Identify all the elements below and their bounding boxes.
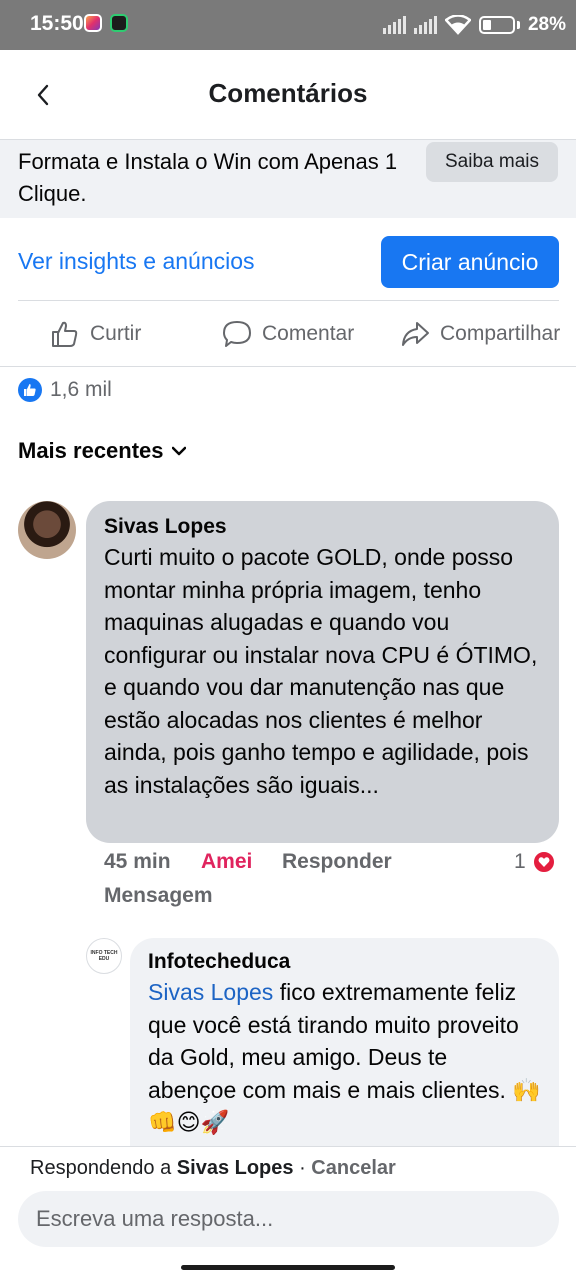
- reply-input[interactable]: [18, 1191, 559, 1247]
- share-icon: [402, 322, 429, 346]
- divider: [0, 366, 576, 367]
- heart-icon: [531, 850, 556, 874]
- signal-icon-2: [413, 16, 437, 34]
- wifi-icon: [444, 15, 471, 35]
- reply-link[interactable]: Responder: [282, 850, 392, 874]
- comment-reaction-count[interactable]: 1: [514, 850, 556, 874]
- replying-name: Sivas Lopes: [176, 1157, 294, 1179]
- sort-dropdown[interactable]: Mais recentes: [18, 438, 186, 464]
- app-notification-icon: [110, 14, 128, 32]
- comment-text: Curti muito o pacote GOLD, onde posso mo…: [104, 544, 538, 798]
- reply-avatar[interactable]: INFO TECH EDU: [86, 938, 122, 974]
- insights-link[interactable]: Ver insights e anúncios: [18, 248, 255, 275]
- like-label: Curtir: [90, 322, 142, 345]
- cancel-reply-button[interactable]: Cancelar: [311, 1157, 396, 1179]
- like-button[interactable]: Curtir: [50, 302, 141, 366]
- reaction-link[interactable]: Amei: [201, 850, 252, 874]
- comment-reaction-number: 1: [514, 850, 526, 873]
- header: Comentários: [0, 50, 576, 140]
- status-bar: 15:50 28%: [0, 0, 576, 50]
- page-title: Comentários: [208, 78, 368, 108]
- reply-author[interactable]: Infotecheduca: [148, 948, 541, 976]
- message-link[interactable]: Mensagem: [104, 884, 213, 908]
- reply-bar: Respondendo a Sivas Lopes · Cancelar: [0, 1146, 576, 1280]
- chevron-down-icon: [171, 446, 186, 456]
- comment-icon: [223, 321, 251, 347]
- like-reaction-icon: [18, 378, 42, 402]
- comment-button[interactable]: Comentar: [222, 302, 354, 366]
- replying-prefix: Respondendo a: [30, 1157, 177, 1179]
- battery-tip: [516, 21, 520, 29]
- reaction-count: 1,6 mil: [50, 378, 112, 401]
- divider: [18, 300, 559, 301]
- avatar[interactable]: [18, 501, 76, 559]
- share-label: Compartilhar: [440, 322, 561, 345]
- sort-label: Mais recentes: [18, 438, 164, 463]
- replying-to: Respondendo a Sivas Lopes · Cancelar: [30, 1157, 396, 1180]
- mention-link[interactable]: Sivas Lopes: [148, 979, 273, 1005]
- status-time: 15:50: [30, 12, 84, 35]
- comment-label: Comentar: [262, 322, 355, 345]
- post-actions: Curtir Comentar Compartilhar: [0, 302, 576, 366]
- home-indicator[interactable]: [181, 1265, 395, 1270]
- ad-text: Formata e Instala o Win com Apenas 1 Cli…: [18, 149, 398, 206]
- learn-more-button[interactable]: Saiba mais: [426, 142, 558, 182]
- comment-author[interactable]: Sivas Lopes: [104, 513, 541, 541]
- battery-icon: [478, 16, 515, 34]
- create-ad-button[interactable]: Criar anúncio: [381, 236, 559, 288]
- comment-bubble: Sivas Lopes Curti muito o pacote GOLD, o…: [86, 501, 559, 843]
- comment-time: 45 min: [104, 850, 171, 873]
- ad-strip: Formata e Instala o Win com Apenas 1 Cli…: [0, 140, 576, 218]
- signal-icon: [382, 16, 406, 34]
- battery-percent: 28%: [527, 14, 566, 35]
- replying-separator: ·: [293, 1157, 312, 1179]
- instagram-notification-icon: [84, 14, 102, 32]
- reaction-summary[interactable]: 1,6 mil: [18, 378, 112, 402]
- reply-text: Sivas Lopes fico extremamente feliz que …: [148, 976, 541, 1139]
- reply-avatar-logo: INFO TECH EDU: [90, 950, 118, 962]
- thumbs-up-icon: [52, 321, 78, 347]
- share-button[interactable]: Compartilhar: [400, 302, 560, 366]
- reply-bubble: Infotecheduca Sivas Lopes fico extremame…: [130, 938, 559, 1146]
- status-indicators: 28%: [382, 10, 566, 40]
